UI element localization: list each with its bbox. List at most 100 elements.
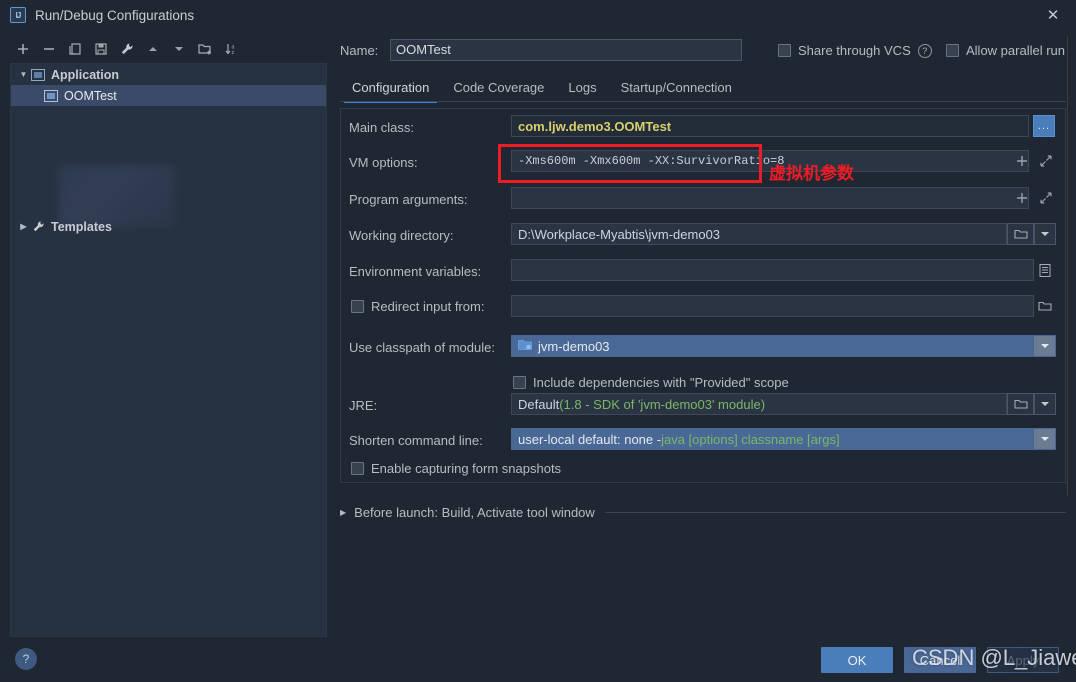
tab-logs[interactable]: Logs	[556, 77, 608, 101]
program-arguments-add-button[interactable]	[1011, 187, 1033, 209]
jre-value-prefix: Default	[518, 396, 560, 412]
triangle-down-icon: ▼	[19, 70, 28, 79]
jre-combo[interactable]: Default (1.8 - SDK of 'jvm-demo03' modul…	[511, 393, 1007, 415]
allow-parallel-run-checkbox[interactable]: Allow parallel run	[946, 43, 1065, 58]
vm-options-label: VM options:	[349, 155, 418, 170]
configurations-panel: a z ▼ Application OOMTest ▶ Templates	[10, 30, 327, 637]
checkbox-box[interactable]	[351, 462, 364, 475]
question-mark-icon[interactable]: ?	[917, 43, 932, 58]
jre-dropdown-button[interactable]	[1034, 393, 1056, 415]
checkbox-box[interactable]	[946, 44, 959, 57]
redirect-input-checkbox[interactable]: Redirect input from:	[351, 299, 484, 314]
jre-browse-button[interactable]	[1007, 393, 1034, 415]
cancel-button[interactable]: Cancel	[904, 647, 976, 673]
wrench-icon[interactable]	[114, 37, 140, 61]
shorten-command-line-combo[interactable]: user-local default: none - java [options…	[511, 428, 1056, 450]
redirect-input-field[interactable]	[511, 295, 1034, 317]
working-directory-value: D:\Workplace-Myabtis\jvm-demo03	[518, 226, 721, 242]
redirect-input-label: Redirect input from:	[371, 299, 485, 314]
tree-item-label: OOMTest	[64, 88, 117, 103]
intellij-idea-icon: IJ	[10, 7, 26, 23]
chevron-down-icon[interactable]	[1034, 429, 1055, 449]
use-classpath-combo[interactable]: jvm-demo03	[511, 335, 1056, 357]
save-button[interactable]	[88, 37, 114, 61]
vm-options-value: -Xms600m -Xmx600m -XX:SurvivorRatio=8	[518, 154, 785, 168]
remove-button[interactable]	[36, 37, 62, 61]
title-bar: IJ Run/Debug Configurations	[0, 0, 1076, 30]
close-icon[interactable]: ✕	[1030, 0, 1076, 30]
program-arguments-input[interactable]	[511, 187, 1029, 209]
use-classpath-label: Use classpath of module:	[349, 340, 495, 355]
tree-item-oomtest[interactable]: OOMTest	[11, 85, 326, 106]
checkbox-box[interactable]	[513, 376, 526, 389]
enable-snapshots-checkbox[interactable]: Enable capturing form snapshots	[351, 461, 561, 476]
main-class-value: com.ljw.demo3.OOMTest	[518, 118, 672, 134]
environment-variables-input[interactable]	[511, 259, 1034, 281]
vm-options-expand-button[interactable]	[1035, 150, 1057, 172]
main-class-label: Main class:	[349, 120, 415, 135]
sort-alpha-icon[interactable]: a z	[218, 37, 244, 61]
main-class-input[interactable]: com.ljw.demo3.OOMTest	[511, 115, 1029, 137]
vm-options-add-button[interactable]	[1011, 150, 1033, 172]
module-icon	[518, 339, 532, 354]
shorten-command-line-value-detail: java [options] classname [args]	[661, 431, 840, 447]
tab-configuration[interactable]: Configuration	[340, 77, 441, 103]
environment-variables-label: Environment variables:	[349, 264, 482, 279]
chevron-down-icon[interactable]	[1034, 336, 1055, 356]
share-through-vcs-label: Share through VCS	[798, 43, 911, 58]
copy-button[interactable]	[62, 37, 88, 61]
share-through-vcs-checkbox[interactable]: Share through VCS ?	[778, 43, 932, 58]
ok-button[interactable]: OK	[821, 647, 893, 673]
ellipsis-icon: ...	[1037, 120, 1051, 132]
allow-parallel-run-label: Allow parallel run	[966, 43, 1065, 58]
tab-startup-connection[interactable]: Startup/Connection	[609, 77, 744, 101]
run-debug-configurations-dialog: IJ Run/Debug Configurations ✕ a z ▼ Appl…	[0, 0, 1076, 682]
vertical-divider	[1067, 36, 1068, 496]
question-mark-icon: ?	[22, 652, 30, 666]
checkbox-box[interactable]	[351, 300, 364, 313]
checkbox-box[interactable]	[778, 44, 791, 57]
tree-group-application[interactable]: ▼ Application	[11, 64, 326, 85]
move-down-button[interactable]	[166, 37, 192, 61]
use-classpath-value: jvm-demo03	[538, 338, 610, 354]
apply-button[interactable]: Apply	[987, 647, 1059, 673]
jre-label: JRE:	[349, 398, 378, 413]
tab-underline	[340, 101, 1066, 102]
name-input[interactable]: OOMTest	[390, 39, 742, 61]
tab-code-coverage[interactable]: Code Coverage	[441, 77, 556, 101]
window-title: Run/Debug Configurations	[35, 7, 195, 23]
configurations-tree[interactable]: ▼ Application OOMTest ▶ Templates	[10, 63, 327, 637]
svg-text:z: z	[231, 50, 234, 56]
program-arguments-expand-button[interactable]	[1035, 187, 1057, 209]
move-up-button[interactable]	[140, 37, 166, 61]
working-directory-dropdown-button[interactable]	[1034, 223, 1056, 245]
tab-bar: Configuration Code Coverage Logs Startup…	[340, 77, 1066, 103]
program-arguments-label: Program arguments:	[349, 192, 468, 207]
before-launch-divider	[604, 512, 1066, 513]
help-button[interactable]: ?	[15, 648, 37, 670]
add-button[interactable]	[10, 37, 36, 61]
enable-snapshots-label: Enable capturing form snapshots	[371, 461, 562, 476]
before-launch-section[interactable]: ▶ Before launch: Build, Activate tool wi…	[340, 505, 1066, 520]
include-provided-label: Include dependencies with "Provided" sco…	[533, 375, 789, 390]
configurations-toolbar: a z	[10, 36, 327, 62]
include-provided-checkbox[interactable]: Include dependencies with "Provided" sco…	[513, 375, 789, 390]
environment-variables-list-button[interactable]	[1034, 259, 1056, 281]
configuration-form: Main class: com.ljw.demo3.OOMTest ... VM…	[340, 108, 1066, 483]
redirect-input-browse-button[interactable]	[1034, 295, 1056, 317]
tree-group-label: Application	[51, 67, 120, 82]
jre-value-detail: (1.8 - SDK of 'jvm-demo03' module)	[559, 396, 766, 412]
working-directory-label: Working directory:	[349, 228, 454, 243]
shorten-command-line-label: Shorten command line:	[349, 433, 483, 448]
new-folder-button[interactable]	[192, 37, 218, 61]
name-label: Name:	[340, 43, 379, 58]
before-launch-label: Before launch: Build, Activate tool wind…	[354, 505, 595, 520]
working-directory-browse-button[interactable]	[1007, 223, 1034, 245]
working-directory-input[interactable]: D:\Workplace-Myabtis\jvm-demo03	[511, 223, 1007, 245]
wrench-icon	[30, 220, 46, 234]
tree-group-templates[interactable]: ▶ Templates	[11, 216, 326, 237]
triangle-right-icon: ▶	[20, 222, 27, 231]
main-class-browse-button[interactable]: ...	[1033, 115, 1055, 137]
application-icon	[43, 89, 59, 103]
triangle-right-icon[interactable]: ▶	[340, 508, 346, 517]
